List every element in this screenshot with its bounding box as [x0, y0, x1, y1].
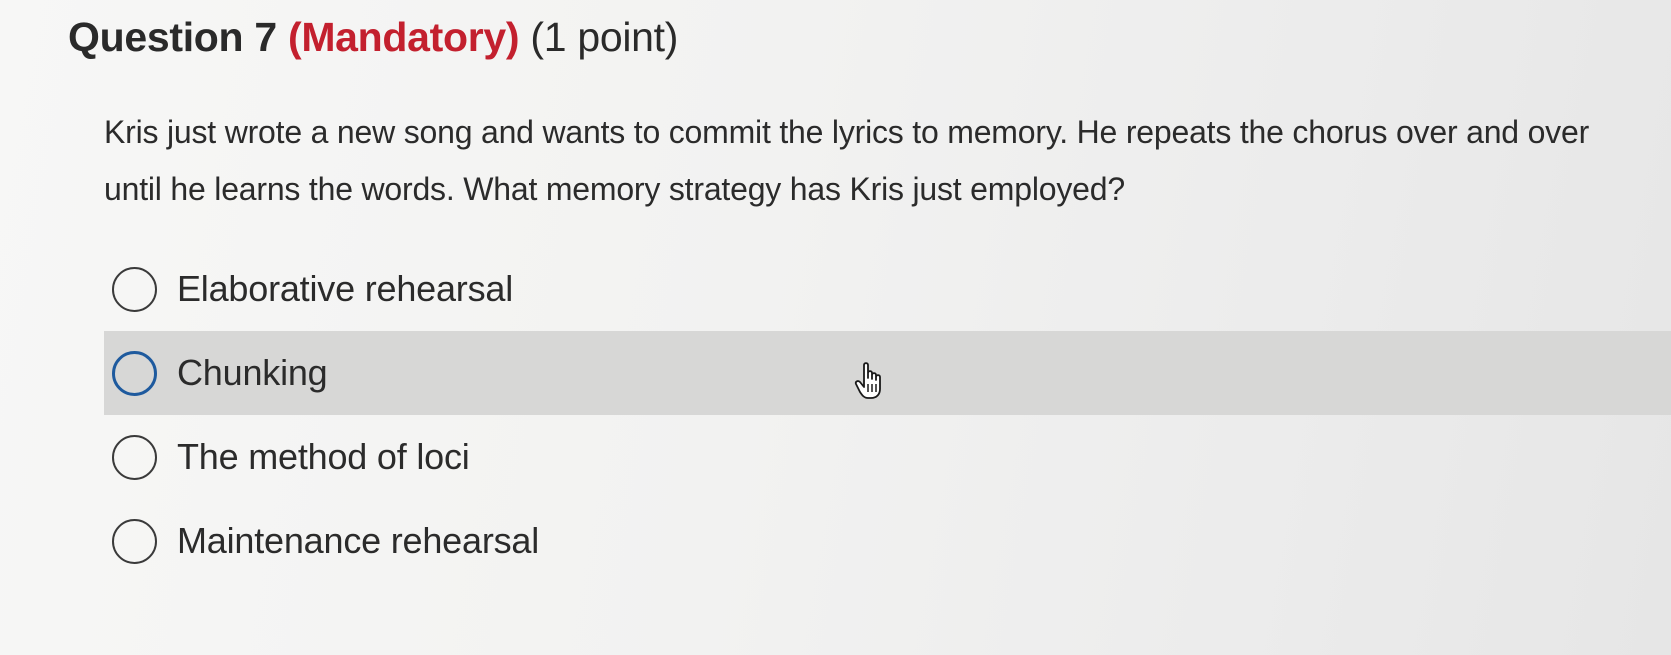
hand-pointer-icon: [854, 362, 881, 399]
question-number: Question 7: [68, 14, 277, 60]
question-heading: Question 7 (Mandatory) (1 point): [68, 14, 678, 61]
option-elaborative-rehearsal[interactable]: Elaborative rehearsal: [104, 247, 1671, 331]
option-chunking[interactable]: Chunking: [104, 331, 1671, 415]
answer-options: Elaborative rehearsal Chunking The metho…: [104, 247, 1671, 583]
radio-button[interactable]: [112, 266, 157, 312]
radio-button[interactable]: [112, 350, 157, 396]
mandatory-label: (Mandatory): [287, 14, 520, 60]
option-maintenance-rehearsal[interactable]: Maintenance rehearsal: [104, 499, 1671, 583]
option-method-of-loci[interactable]: The method of loci: [104, 415, 1671, 499]
question-prompt: Kris just wrote a new song and wants to …: [104, 114, 1590, 207]
option-label: The method of loci: [177, 436, 470, 477]
option-label: Chunking: [177, 352, 328, 393]
radio-button[interactable]: [112, 518, 157, 564]
option-label: Elaborative rehearsal: [177, 268, 513, 309]
option-label: Maintenance rehearsal: [177, 520, 540, 561]
points-label: (1 point): [530, 14, 679, 60]
radio-button[interactable]: [112, 434, 157, 480]
